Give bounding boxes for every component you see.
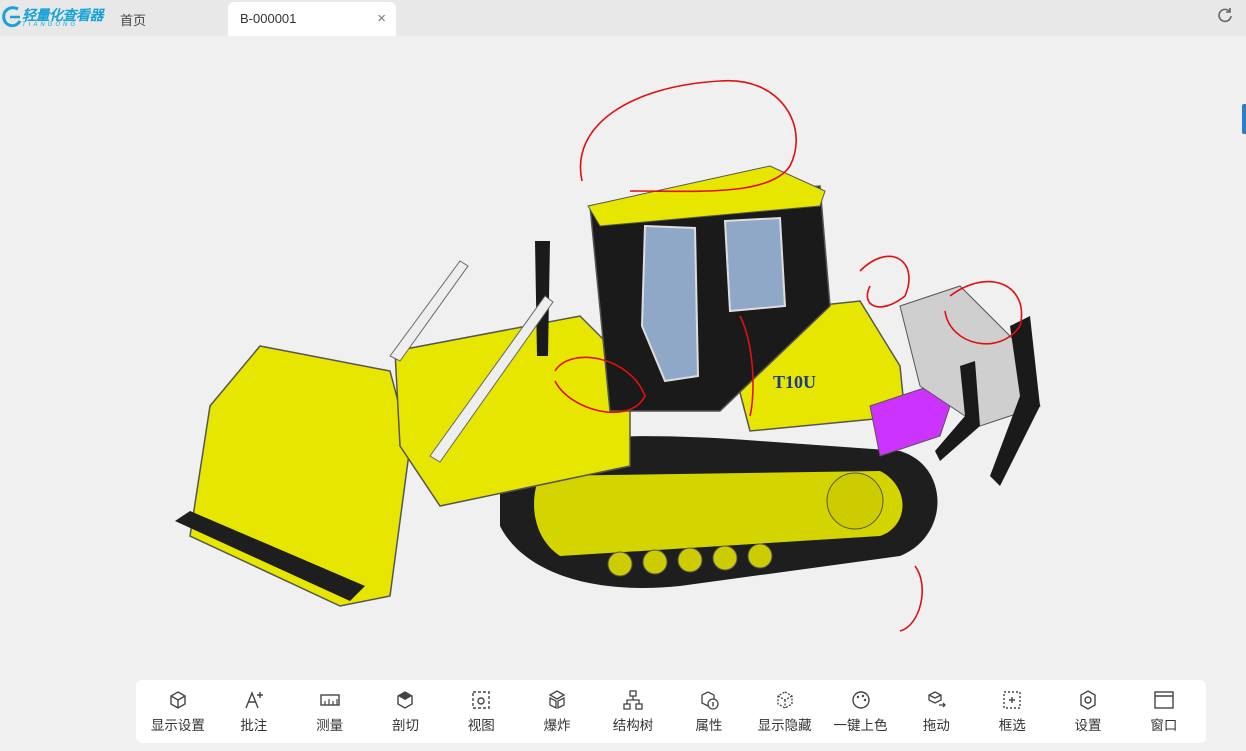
box-select-icon	[1003, 691, 1021, 709]
annotate-icon	[245, 691, 263, 709]
tool-measure[interactable]: 测量	[294, 689, 366, 734]
tab-document[interactable]: B-000001 ×	[228, 2, 396, 36]
tab-document-label: B-000001	[240, 11, 297, 26]
logo-subtitle: TIANGONG	[22, 22, 79, 28]
tool-label: 结构树	[612, 718, 654, 733]
tool-label: 爆炸	[543, 718, 571, 733]
tool-section[interactable]: 剖切	[369, 689, 441, 734]
tool-label: 视图	[467, 718, 495, 733]
tab-home[interactable]: 首页	[120, 10, 146, 29]
tool-label: 测量	[316, 718, 344, 733]
properties-icon	[701, 691, 719, 710]
tool-window[interactable]: 窗口	[1128, 689, 1200, 734]
logo-swirl-icon	[2, 6, 22, 28]
tool-label: 剖切	[391, 718, 419, 733]
gear-icon	[1080, 690, 1096, 710]
tool-drag[interactable]: 拖动	[900, 689, 972, 734]
show-hide-icon	[777, 691, 793, 709]
tool-label: 设置	[1074, 718, 1102, 733]
tool-label: 窗口	[1150, 718, 1178, 733]
app-logo: 轻量化查看器 TIANGONG	[0, 3, 104, 33]
tool-label: 属性	[695, 718, 723, 733]
tool-label: 批注	[240, 718, 268, 733]
tool-box-select[interactable]: 框选	[976, 689, 1048, 734]
bulldozer-model[interactable]: T10U	[160, 66, 1060, 636]
close-icon[interactable]: ×	[377, 10, 386, 27]
palette-icon	[851, 691, 870, 709]
tool-settings[interactable]: 设置	[1052, 689, 1124, 734]
tool-display-settings[interactable]: 显示设置	[142, 689, 214, 734]
refresh-icon[interactable]	[1216, 6, 1234, 24]
view-icon	[472, 691, 490, 709]
tool-label: 一键上色	[833, 718, 888, 733]
tool-properties[interactable]: 属性	[673, 689, 745, 734]
tab-bar: 轻量化查看器 TIANGONG 首页 B-000001 ×	[0, 0, 1246, 36]
tool-label: 拖动	[922, 718, 950, 733]
explode-icon	[548, 690, 566, 710]
bottom-toolbar: 显示设置 批注 测量 剖切 视图 爆炸 结构树 属性 显示隐藏 一键上色 拖动	[136, 680, 1206, 743]
measure-icon	[319, 694, 340, 706]
tree-icon	[623, 690, 643, 710]
tool-tree[interactable]: 结构树	[597, 689, 669, 734]
window-icon	[1154, 691, 1174, 709]
tool-show-hide[interactable]: 显示隐藏	[749, 689, 821, 734]
tool-label: 显示隐藏	[757, 718, 812, 733]
tool-label: 框选	[998, 718, 1026, 733]
tool-label: 显示设置	[150, 718, 205, 733]
drag-icon	[928, 691, 947, 708]
tool-palette[interactable]: 一键上色	[825, 689, 897, 734]
model-decal: T10U	[773, 372, 816, 392]
section-icon	[397, 691, 414, 709]
tool-view[interactable]: 视图	[445, 689, 517, 734]
tool-annotate[interactable]: 批注	[218, 689, 290, 734]
side-panel-handle[interactable]	[1242, 104, 1246, 134]
tool-explode[interactable]: 爆炸	[521, 689, 593, 734]
cab-window-right	[723, 216, 787, 313]
display-settings-icon	[170, 691, 186, 709]
